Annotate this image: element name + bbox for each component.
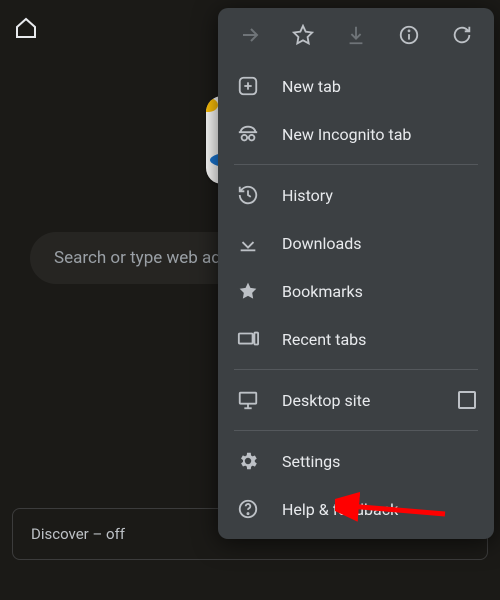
downloads-icon [236,231,260,255]
menu-toolbar [218,8,494,62]
help-icon [236,497,260,521]
forward-button[interactable] [230,15,270,55]
refresh-icon [451,24,473,46]
page-info-button[interactable] [389,15,429,55]
arrow-forward-icon [238,23,262,47]
menu-divider [234,164,478,165]
recent-tabs-icon [236,327,260,351]
gear-icon [236,449,260,473]
star-icon [292,24,314,46]
desktop-icon [236,388,260,412]
desktop-site-checkbox[interactable] [458,391,476,409]
bookmarks-icon [236,279,260,303]
menu-item-label: Downloads [282,234,361,253]
incognito-icon [236,122,260,146]
reload-button[interactable] [442,15,482,55]
menu-item-label: New tab [282,77,341,96]
menu-item-label: Bookmarks [282,282,363,301]
info-icon [398,24,420,46]
bookmark-button[interactable] [283,15,323,55]
menu-item-history[interactable]: History [218,171,494,219]
download-page-button[interactable] [336,15,376,55]
discover-label: Discover – off [31,525,125,543]
menu-item-label: New Incognito tab [282,125,411,144]
menu-item-new-tab[interactable]: New tab [218,62,494,110]
menu-divider [234,430,478,431]
menu-item-downloads[interactable]: Downloads [218,219,494,267]
menu-item-recent-tabs[interactable]: Recent tabs [218,315,494,363]
menu-item-settings[interactable]: Settings [218,437,494,485]
plus-square-icon [236,74,260,98]
menu-item-incognito[interactable]: New Incognito tab [218,110,494,158]
menu-item-bookmarks[interactable]: Bookmarks [218,267,494,315]
menu-item-label: History [282,186,333,205]
overflow-menu: New tab New Incognito tab History Downlo… [218,8,494,539]
menu-divider [234,369,478,370]
menu-item-label: Settings [282,452,340,471]
history-icon [236,183,260,207]
menu-item-label: Recent tabs [282,330,366,349]
home-button[interactable] [14,16,38,40]
download-icon [345,24,367,46]
menu-item-desktop-site[interactable]: Desktop site [218,376,494,424]
menu-item-label: Help & feedback [282,500,398,519]
menu-item-label: Desktop site [282,391,370,410]
menu-item-help[interactable]: Help & feedback [218,485,494,533]
